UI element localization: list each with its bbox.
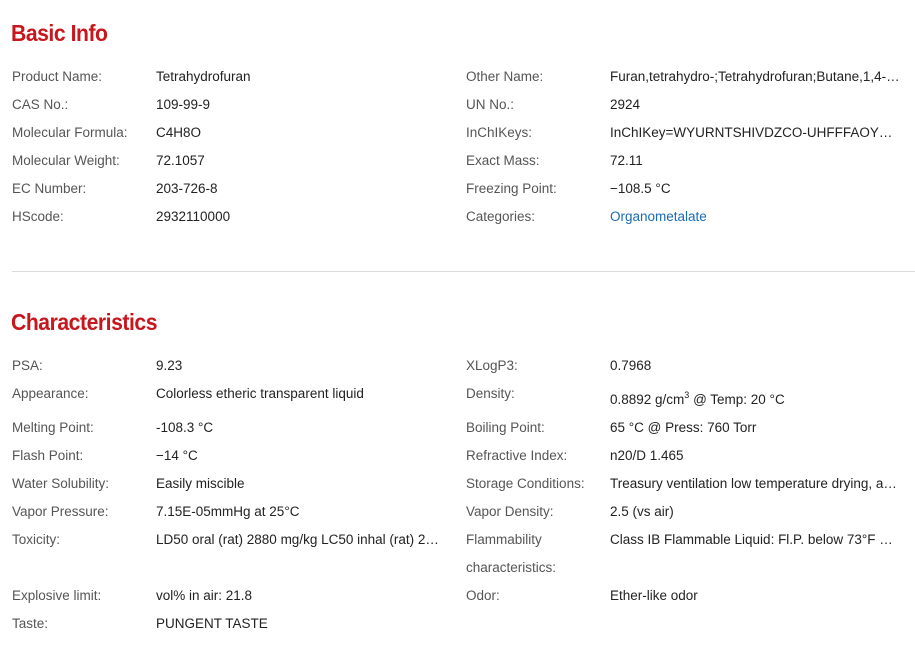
exact-mass-value: 72.11: [610, 153, 643, 168]
row-psa: PSA: 9.23 XLogP3: 0.7968: [0, 352, 915, 380]
row-explosive: Explosive limit: vol% in air: 21.8 Odor:…: [0, 582, 915, 610]
row-water: Water Solubility: Easily miscible Storag…: [0, 470, 915, 498]
categories-link[interactable]: Organometalate: [610, 203, 900, 231]
odor-label: Odor:: [466, 588, 500, 603]
xlogp3-value: 0.7968: [610, 358, 652, 373]
appearance-value: Colorless etheric transparent liquid: [156, 386, 364, 401]
psa-value: 9.23: [156, 358, 183, 373]
formula-label: Molecular Formula:: [12, 125, 128, 140]
xlogp3-label: XLogP3:: [466, 358, 518, 373]
un-value: 2924: [610, 97, 641, 112]
product-name-label: Product Name:: [12, 69, 103, 84]
basic-info-title: Basic Info: [11, 20, 108, 46]
weight-value: 72.1057: [156, 153, 205, 168]
explosive-label: Explosive limit:: [12, 588, 102, 603]
row-hscode: HScode: 2932110000 Categories: Organomet…: [0, 203, 915, 231]
melting-value: -108.3 °C: [156, 420, 214, 435]
refractive-value: n20/D 1.465: [610, 448, 684, 463]
density-temp: @ Temp: 20 °C: [689, 392, 785, 407]
psa-label: PSA:: [12, 358, 43, 373]
taste-value: PUNGENT TASTE: [156, 616, 268, 631]
vapor-pressure-label: Vapor Pressure:: [12, 504, 109, 519]
storage-value: Treasury ventilation low temperature dry…: [610, 476, 900, 491]
refractive-label: Refractive Index:: [466, 448, 568, 463]
flash-value: −14 °C: [156, 448, 198, 463]
row-taste: Taste: PUNGENT TASTE: [0, 610, 915, 638]
explosive-value: vol% in air: 21.8: [156, 588, 253, 603]
vapor-pressure-value: 7.15E-05mmHg at 25°C: [156, 504, 300, 519]
section-divider: [12, 271, 915, 272]
flammability-value: Class IB Flammable Liquid: Fl.P. below 7…: [610, 532, 900, 547]
appearance-label: Appearance:: [12, 386, 89, 401]
hscode-value: 2932110000: [156, 209, 231, 224]
density-value: 0.8892 g/cm3 @ Temp: 20 °C: [610, 386, 900, 414]
characteristics-title: Characteristics: [11, 309, 158, 335]
row-ec: EC Number: 203-726-8 Freezing Point: −10…: [0, 175, 915, 203]
categories-label: Categories:: [466, 209, 536, 224]
freezing-value: −108.5 °C: [610, 181, 671, 196]
row-appearance: Appearance: Colorless etheric transparen…: [0, 380, 915, 408]
un-label: UN No.:: [466, 97, 515, 112]
boiling-value: 65 °C @ Press: 760 Torr: [610, 420, 757, 435]
row-flash: Flash Point: −14 °C Refractive Index: n2…: [0, 442, 915, 470]
freezing-label: Freezing Point:: [466, 181, 557, 196]
density-unit-superscript: 3: [684, 389, 690, 400]
row-cas: CAS No.: 109-99-9 UN No.: 2924: [0, 91, 915, 119]
water-value: Easily miscible: [156, 476, 245, 491]
weight-label: Molecular Weight:: [12, 153, 120, 168]
boiling-label: Boiling Point:: [466, 420, 545, 435]
row-flammability-cont: characteristics:: [0, 554, 915, 582]
melting-label: Melting Point:: [12, 420, 94, 435]
row-melting: Melting Point: -108.3 °C Boiling Point: …: [0, 414, 915, 442]
vapor-density-label: Vapor Density:: [466, 504, 554, 519]
density-label: Density:: [466, 386, 515, 401]
ec-value: 203-726-8: [156, 181, 218, 196]
storage-label: Storage Conditions:: [466, 476, 585, 491]
row-formula: Molecular Formula: C4H8O InChIKeys: InCh…: [0, 119, 915, 147]
row-toxicity: Toxicity: LD50 oral (rat) 2880 mg/kg LC5…: [0, 526, 915, 554]
flash-label: Flash Point:: [12, 448, 84, 463]
exact-mass-label: Exact Mass:: [466, 153, 540, 168]
odor-value: Ether-like odor: [610, 588, 698, 603]
row-weight: Molecular Weight: 72.1057 Exact Mass: 72…: [0, 147, 915, 175]
ec-label: EC Number:: [12, 181, 87, 196]
density-number: 0.8892 g/cm: [610, 392, 685, 407]
product-name-value: Tetrahydrofuran: [156, 69, 251, 84]
other-name-label: Other Name:: [466, 69, 544, 84]
flammability-label-line1: Flammability: [466, 532, 542, 547]
cas-value: 109-99-9: [156, 97, 211, 112]
row-vapor: Vapor Pressure: 7.15E-05mmHg at 25°C Vap…: [0, 498, 915, 526]
flammability-label-line2: characteristics:: [466, 560, 557, 575]
cas-label: CAS No.:: [12, 97, 69, 112]
toxicity-value: LD50 oral (rat) 2880 mg/kg LC50 inhal (r…: [156, 532, 446, 547]
toxicity-label: Toxicity:: [12, 532, 61, 547]
taste-label: Taste:: [12, 616, 49, 631]
formula-value: C4H8O: [156, 125, 202, 140]
inchikeys-label: InChIKeys:: [466, 125, 533, 140]
water-label: Water Solubility:: [12, 476, 110, 491]
hscode-label: HScode:: [12, 209, 64, 224]
row-product-name: Product Name: Tetrahydrofuran Other Name…: [0, 63, 915, 91]
vapor-density-value: 2.5 (vs air): [610, 504, 674, 519]
other-name-value: Furan,tetrahydro-;Tetrahydrofuran;Butane…: [610, 69, 900, 84]
inchikeys-value: InChIKey=WYURNTSHIVDZCO-UHFFFAOYSA-N: [610, 125, 900, 140]
